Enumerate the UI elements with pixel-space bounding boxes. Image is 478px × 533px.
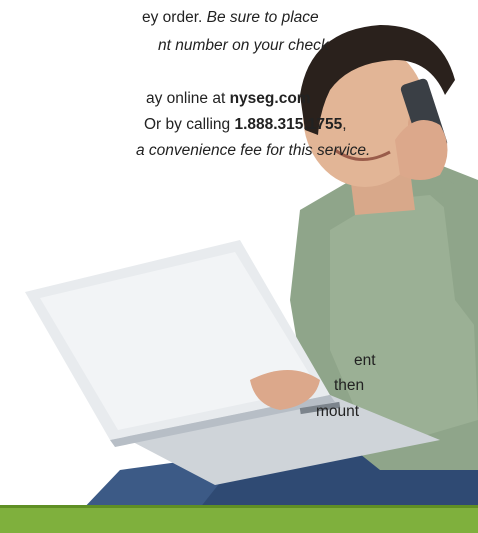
text-line-1-italic: Be sure to place <box>206 9 319 26</box>
text-line-7: then <box>334 377 365 394</box>
text-line-4: Or by calling 1.888.315.1755, <box>144 113 347 137</box>
text-line-4-tail: , <box>342 116 347 133</box>
text-line-2-italic: nt number on your check <box>158 37 329 54</box>
text-line-8: mount <box>316 403 360 420</box>
man-with-laptop-photo <box>25 25 478 533</box>
text-line-1: ey order. Be sure to place <box>142 6 319 30</box>
footer-green-bar <box>0 505 478 533</box>
text-line-4-plain: Or by calling <box>144 116 235 133</box>
footer-green-edge <box>0 505 478 508</box>
text-line-5: a convenience fee for this service. <box>136 139 370 163</box>
website-link[interactable]: nyseg.com <box>230 90 311 107</box>
text-line-6: ent <box>354 352 376 369</box>
text-line-5-italic: a convenience fee for this service. <box>136 142 371 159</box>
text-line-3: ay online at nyseg.com <box>146 87 311 111</box>
phone-number: 1.888.315.1755 <box>234 116 343 133</box>
text-line-3-plain: ay online at <box>146 90 230 107</box>
text-line-1-plain: ey order. <box>142 9 207 26</box>
text-line-2: nt number on your check <box>158 34 329 58</box>
